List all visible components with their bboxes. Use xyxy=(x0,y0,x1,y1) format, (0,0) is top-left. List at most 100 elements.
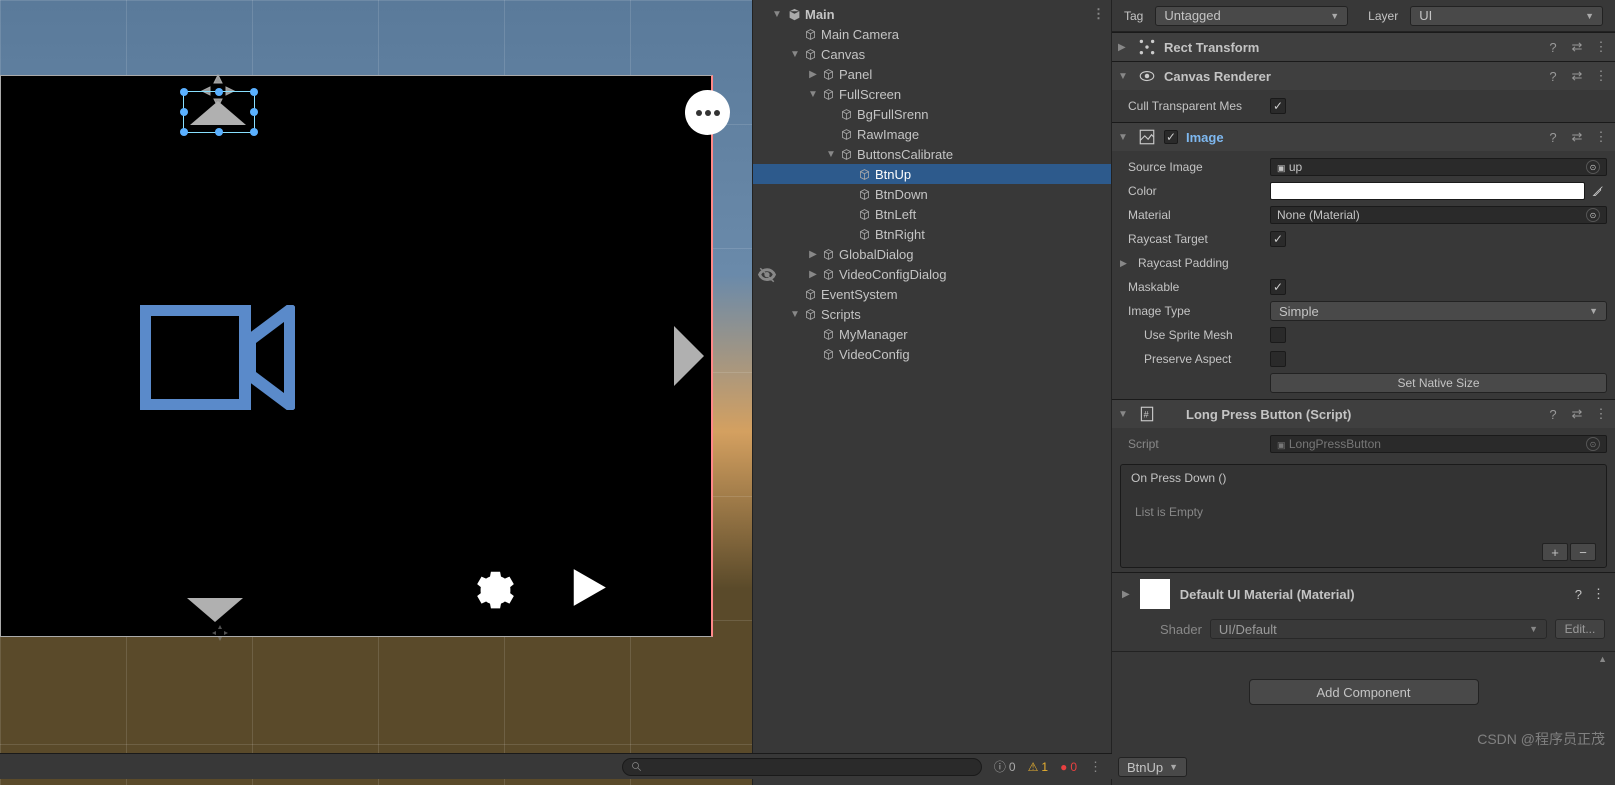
console-search[interactable] xyxy=(622,758,982,776)
inspector-panel[interactable]: Tag Untagged ▼ Layer UI ▼ ▶ Rect Transfo… xyxy=(1112,0,1615,785)
fold-icon[interactable]: ▼ xyxy=(1118,132,1130,143)
handle-rc[interactable] xyxy=(250,108,258,116)
help-icon[interactable]: ? xyxy=(1545,130,1561,145)
handle-bc[interactable] xyxy=(215,128,223,136)
help-icon[interactable]: ? xyxy=(1545,69,1561,84)
gear-icon[interactable] xyxy=(468,558,523,613)
handle-lc[interactable] xyxy=(180,108,188,116)
handle-bl[interactable] xyxy=(180,128,188,136)
preset-icon[interactable]: ⇄ xyxy=(1569,68,1585,84)
hierarchy-item[interactable]: ▶Panel xyxy=(753,64,1111,84)
selection-rect[interactable] xyxy=(184,92,254,132)
handle-tr[interactable] xyxy=(250,88,258,96)
help-icon[interactable]: ? xyxy=(1545,40,1561,55)
handle-tl[interactable] xyxy=(180,88,188,96)
add-component-button[interactable]: Add Component xyxy=(1249,679,1479,705)
expand-icon[interactable]: ▼ xyxy=(789,49,801,60)
layer-dropdown[interactable]: UI ▼ xyxy=(1410,6,1603,26)
menu-icon[interactable]: ⋮ xyxy=(1593,129,1609,145)
hierarchy-item[interactable]: BgFullSrenn xyxy=(753,104,1111,124)
hierarchy-item[interactable]: VideoConfig xyxy=(753,344,1111,364)
preserve-aspect-checkbox[interactable] xyxy=(1270,351,1286,367)
material-field[interactable]: None (Material) ⊙ xyxy=(1270,206,1607,224)
expand-preview-icon[interactable]: ▲ xyxy=(1598,654,1607,657)
hierarchy-item[interactable]: EventSystem xyxy=(753,284,1111,304)
fold-icon[interactable]: ▶ xyxy=(1120,258,1130,269)
hierarchy-item[interactable]: RawImage xyxy=(753,124,1111,144)
image-enable-checkbox[interactable] xyxy=(1164,130,1178,144)
expand-icon[interactable]: ▼ xyxy=(825,149,837,160)
set-native-size-button[interactable]: Set Native Size xyxy=(1270,373,1607,393)
hierarchy-item[interactable]: ▶VideoConfigDialog xyxy=(753,264,1111,284)
hierarchy-item[interactable]: ▼FullScreen xyxy=(753,84,1111,104)
expand-icon[interactable]: ▼ xyxy=(789,309,801,320)
menu-icon[interactable]: ⋮ xyxy=(1593,39,1609,55)
hierarchy-item[interactable]: ▼Scripts xyxy=(753,304,1111,324)
handle-br[interactable] xyxy=(250,128,258,136)
edit-shader-button[interactable]: Edit... xyxy=(1555,619,1605,639)
expand-icon[interactable]: ▼ xyxy=(771,9,783,20)
expand-icon[interactable]: ▶ xyxy=(807,269,819,280)
anchor-small-icon xyxy=(210,623,230,643)
more-circle-icon[interactable] xyxy=(685,90,730,135)
image-type-dropdown[interactable]: Simple ▼ xyxy=(1270,301,1607,321)
fold-icon[interactable]: ▼ xyxy=(1118,409,1130,420)
menu-icon[interactable]: ⋮ xyxy=(1593,68,1609,84)
hierarchy-item[interactable]: ▼Canvas xyxy=(753,44,1111,64)
menu-icon[interactable]: ⋮ xyxy=(1593,406,1609,422)
hierarchy-scene-row[interactable]: ▼ Main ⋮ xyxy=(753,4,1111,24)
hierarchy-item[interactable]: BtnRight xyxy=(753,224,1111,244)
eyedropper-icon[interactable] xyxy=(1589,182,1607,200)
expand-icon[interactable]: ▼ xyxy=(807,89,819,100)
play-icon[interactable] xyxy=(560,560,615,615)
chevron-down-icon: ▼ xyxy=(1529,624,1538,634)
cube-icon xyxy=(787,7,801,21)
cull-checkbox[interactable] xyxy=(1270,98,1286,114)
hierarchy-item[interactable]: BtnUp xyxy=(753,164,1111,184)
tag-dropdown[interactable]: Untagged ▼ xyxy=(1155,6,1348,26)
hierarchy-item[interactable]: ▶GlobalDialog xyxy=(753,244,1111,264)
preset-icon[interactable]: ⇄ xyxy=(1569,39,1585,55)
preset-icon[interactable]: ⇄ xyxy=(1569,406,1585,422)
source-image-field[interactable]: ▣ up ⊙ xyxy=(1270,158,1607,176)
expand-icon[interactable]: ▶ xyxy=(807,69,819,80)
object-picker-icon[interactable]: ⊙ xyxy=(1586,208,1600,222)
color-field[interactable] xyxy=(1270,182,1585,200)
fold-icon[interactable]: ▶ xyxy=(1122,589,1130,600)
chevron-down-icon: ▼ xyxy=(1330,11,1339,21)
err-count[interactable]: ● 0 xyxy=(1060,760,1077,774)
object-picker-icon[interactable]: ⊙ xyxy=(1586,160,1600,174)
hierarchy-item-label: EventSystem xyxy=(821,287,898,302)
maskable-checkbox[interactable] xyxy=(1270,279,1286,295)
menu-icon[interactable]: ⋮ xyxy=(1592,586,1605,602)
hierarchy-item[interactable]: MyManager xyxy=(753,324,1111,344)
arrow-right-icon xyxy=(674,326,704,386)
warn-count[interactable]: ⚠ 1 xyxy=(1028,760,1048,774)
hierarchy-panel[interactable]: ▼ Main ⋮ Main Camera▼Canvas▶Panel▼FullSc… xyxy=(752,0,1112,785)
scene-view[interactable] xyxy=(0,0,752,785)
footer-selection-dropdown[interactable]: BtnUp ▼ xyxy=(1118,757,1187,777)
help-icon[interactable]: ? xyxy=(1545,407,1561,422)
cube-icon xyxy=(821,247,835,261)
preset-icon[interactable]: ⇄ xyxy=(1569,129,1585,145)
kebab-icon[interactable]: ⋮ xyxy=(1092,6,1105,22)
help-icon[interactable]: ? xyxy=(1575,587,1582,602)
hierarchy-item[interactable]: Main Camera xyxy=(753,24,1111,44)
sprite-mesh-checkbox[interactable] xyxy=(1270,327,1286,343)
cube-icon xyxy=(803,27,817,41)
add-event-button[interactable]: + xyxy=(1542,543,1568,561)
raycast-checkbox[interactable] xyxy=(1270,231,1286,247)
fold-icon[interactable]: ▶ xyxy=(1118,42,1130,53)
handle-tc[interactable] xyxy=(215,88,223,96)
cube-icon xyxy=(839,107,853,121)
info-count[interactable]: ⓘ 0 xyxy=(994,758,1016,775)
shader-dropdown[interactable]: UI/Default ▼ xyxy=(1210,619,1547,639)
visibility-off-icon[interactable] xyxy=(758,266,776,289)
remove-event-button[interactable]: − xyxy=(1570,543,1596,561)
kebab-icon[interactable]: ⋮ xyxy=(1089,759,1102,775)
fold-icon[interactable]: ▼ xyxy=(1118,71,1130,82)
expand-icon[interactable]: ▶ xyxy=(807,249,819,260)
hierarchy-item[interactable]: BtnDown xyxy=(753,184,1111,204)
hierarchy-item[interactable]: BtnLeft xyxy=(753,204,1111,224)
hierarchy-item[interactable]: ▼ButtonsCalibrate xyxy=(753,144,1111,164)
